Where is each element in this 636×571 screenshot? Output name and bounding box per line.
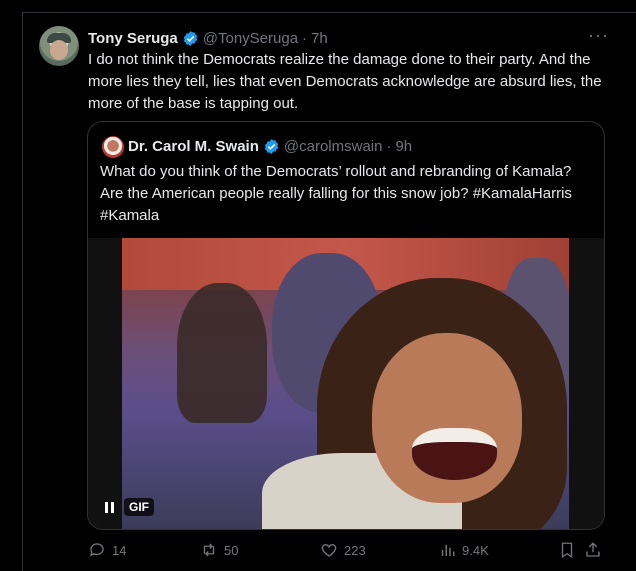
reply-icon (89, 543, 104, 557)
separator-dot: · (386, 137, 392, 155)
quote-timestamp[interactable]: 9h (395, 138, 412, 155)
bookmark-icon (561, 542, 573, 559)
tweet-header: Tony Seruga @TonySeruga · 7h (88, 28, 328, 48)
quote-author-name[interactable]: Dr. Carol M. Swain (128, 138, 259, 155)
quote-header: Dr. Carol M. Swain @carolmswain · 9h (128, 135, 412, 157)
repost-icon (203, 543, 215, 557)
more-options-icon[interactable]: ··· (588, 26, 608, 47)
quote-author-handle[interactable]: @carolmswain (284, 138, 383, 155)
repost-button[interactable]: 50 (200, 540, 238, 560)
gif-image[interactable] (122, 238, 569, 529)
quote-author-avatar[interactable] (102, 136, 124, 158)
gif-controls: GIF (102, 498, 154, 516)
reply-count: 14 (112, 542, 127, 558)
views-count: 9.4K (462, 542, 489, 558)
share-button[interactable] (584, 540, 602, 560)
quoted-tweet[interactable]: Dr. Carol M. Swain @carolmswain · 9h Wha… (87, 121, 605, 530)
bookmark-button[interactable] (558, 540, 576, 560)
repost-count: 50 (224, 542, 239, 558)
author-name[interactable]: Tony Seruga (88, 30, 178, 47)
views-button[interactable]: 9.4K (438, 540, 489, 560)
verified-badge-icon (264, 138, 279, 154)
heart-icon (321, 544, 337, 557)
tweet-text: I do not think the Democrats realize the… (88, 51, 602, 112)
quote-text: What do you think of the Democrats’ roll… (100, 163, 572, 224)
gif-badge: GIF (124, 498, 154, 516)
reply-button[interactable]: 14 (88, 540, 126, 560)
separator-dot: · (302, 29, 308, 47)
views-chart-icon (441, 544, 455, 556)
gif-media[interactable]: GIF (88, 238, 604, 529)
pause-icon[interactable] (102, 500, 116, 514)
author-handle[interactable]: @TonySeruga (203, 30, 298, 47)
author-avatar[interactable] (39, 26, 79, 66)
verified-badge-icon (183, 30, 197, 46)
like-count: 223 (344, 542, 366, 558)
tweet-actions: 14 50 223 9.4K (88, 540, 608, 562)
tweet-timestamp[interactable]: 7h (311, 30, 328, 47)
like-button[interactable]: 223 (320, 540, 366, 560)
share-icon (586, 542, 600, 557)
